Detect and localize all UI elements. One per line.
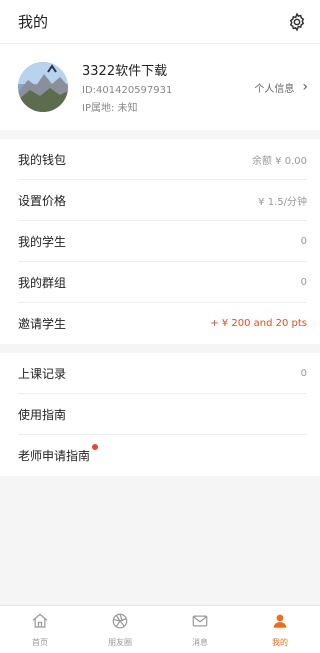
aperture-icon	[111, 612, 129, 634]
menu-item-set-price[interactable]: 设置价格 ¥ 1.5/分钟	[18, 180, 307, 221]
invite-reward-value: + ¥ 200 and 20 pts	[210, 318, 307, 329]
top-header: 我的	[0, 0, 320, 44]
menu-item-label: 我的学生	[18, 234, 67, 249]
menu-item-value: 0	[300, 235, 307, 247]
menu-item-invite-students[interactable]: 邀请学生 + ¥ 200 and 20 pts	[18, 303, 307, 344]
home-icon	[31, 612, 49, 634]
menu-item-value: 0	[300, 276, 307, 288]
menu-item-my-groups[interactable]: 我的群组 0	[18, 262, 307, 303]
menu-item-label: 上课记录	[18, 366, 67, 381]
menu-item-teacher-application-guide[interactable]: 老师申请指南	[18, 435, 307, 476]
tab-home[interactable]: 首页	[0, 606, 80, 653]
menu-item-label: 使用指南	[18, 407, 67, 422]
menu-item-wallet[interactable]: 我的钱包 余额 ¥ 0.00	[18, 139, 307, 180]
avatar[interactable]	[18, 62, 68, 112]
bottom-tab-bar: 首页 朋友圈 消息 我的	[0, 605, 320, 653]
menu-item-class-records[interactable]: 上课记录 0	[18, 353, 307, 394]
menu-item-my-students[interactable]: 我的学生 0	[18, 221, 307, 262]
personal-info-link[interactable]: 个人信息 ›	[254, 79, 308, 95]
menu-item-label: 老师申请指南	[18, 449, 91, 463]
menu-item-label: 我的群组	[18, 275, 67, 290]
profile-name: 3322软件下载	[82, 64, 168, 79]
menu-item-user-guide[interactable]: 使用指南	[18, 394, 307, 435]
tab-mine[interactable]: 我的	[240, 606, 320, 653]
page-title: 我的	[18, 13, 49, 31]
notification-dot	[92, 444, 99, 450]
profile-info: 3322软件下载 ID:401420597931 IP属地: 未知	[82, 60, 254, 114]
tab-messages[interactable]: 消息	[160, 606, 240, 653]
tab-label: 消息	[192, 637, 208, 647]
profile-ip-location: IP属地: 未知	[82, 103, 138, 114]
profile-id: ID:401420597931	[82, 85, 173, 96]
tab-label: 我的	[272, 637, 288, 647]
menu-item-label: 设置价格	[18, 193, 67, 208]
chevron-right-icon: ›	[302, 79, 308, 95]
tab-label: 首页	[32, 637, 48, 647]
menu-item-label: 我的钱包	[18, 152, 67, 167]
mail-icon	[191, 612, 209, 634]
tab-label: 朋友圈	[108, 637, 132, 647]
section-divider	[0, 344, 320, 353]
menu-item-label: 邀请学生	[18, 317, 67, 331]
menu-item-value: ¥ 1.5/分钟	[258, 196, 307, 208]
menu-item-label-wrap: 老师申请指南	[18, 444, 99, 464]
profile-card[interactable]: 3322软件下载 ID:401420597931 IP属地: 未知 个人信息 ›	[0, 44, 320, 130]
tab-moments[interactable]: 朋友圈	[80, 606, 160, 653]
section-divider	[0, 130, 320, 139]
personal-info-label: 个人信息	[254, 83, 295, 95]
gear-icon[interactable]	[286, 11, 308, 33]
person-icon	[271, 612, 289, 634]
menu-section-guides: 上课记录 0 使用指南 老师申请指南	[0, 353, 320, 476]
menu-item-value: 0	[300, 367, 307, 379]
menu-section-account: 我的钱包 余额 ¥ 0.00 设置价格 ¥ 1.5/分钟 我的学生 0 我的群组…	[0, 139, 320, 344]
menu-item-value: 余额 ¥ 0.00	[252, 155, 307, 167]
